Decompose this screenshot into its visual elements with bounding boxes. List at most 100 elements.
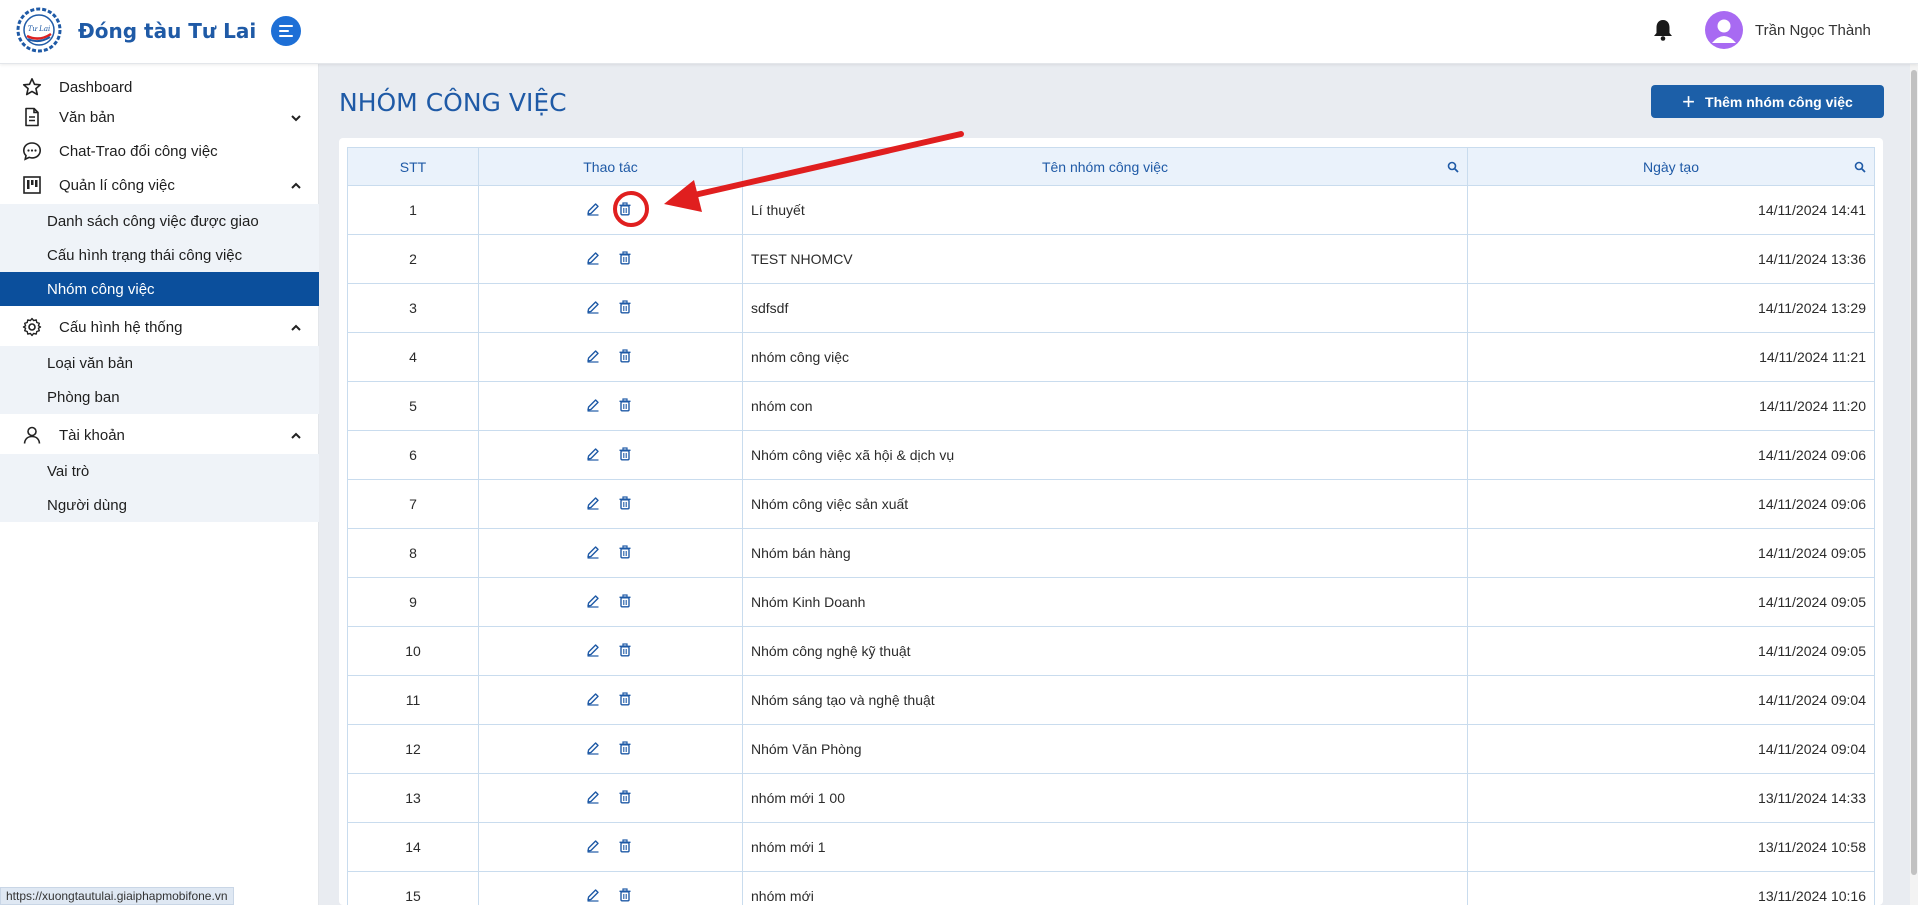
cell-group-name: nhóm mới [742,871,1468,905]
chevron-up-icon [291,432,301,439]
user-avatar[interactable] [1705,11,1743,49]
cell-created-date: 14/11/2024 09:05 [1467,577,1875,627]
sidebar-item-label: Chat-Trao đổi công việc [59,142,218,160]
top-header: Tư Lai Đóng tàu Tư Lai Trần Ngọc Thành [0,0,1918,64]
edit-icon[interactable] [584,837,602,855]
user-name[interactable]: Trần Ngọc Thành [1755,22,1871,39]
cell-created-date: 14/11/2024 09:06 [1467,430,1875,480]
table-row: 1 Lí thuyết 14/11/2024 14:41 [347,185,1875,235]
trash-icon[interactable] [616,494,634,512]
edit-icon[interactable] [584,886,602,904]
cell-group-name: Nhóm công việc sản xuất [742,479,1468,529]
edit-icon[interactable] [584,445,602,463]
scrollbar-thumb[interactable] [1911,70,1917,875]
sidebar-item-chat[interactable]: Chat-Trao đổi công việc [0,134,319,168]
cell-actions [478,528,743,578]
edit-icon[interactable] [584,543,602,561]
sidebar-item-cau-hinh-he-thong[interactable]: Cấu hình hệ thống [0,310,319,344]
edit-icon[interactable] [584,249,602,267]
edit-icon[interactable] [584,641,602,659]
edit-icon[interactable] [584,690,602,708]
trash-icon[interactable] [616,396,634,414]
table-row: 13 nhóm mới 1 00 13/11/2024 14:33 [347,773,1875,823]
edit-icon[interactable] [584,396,602,414]
trash-icon[interactable] [616,298,634,316]
cell-group-name: sdfsdf [742,283,1468,333]
sidebar-item-cau-hinh-trang-thai[interactable]: Cấu hình trạng thái công việc [0,238,319,272]
column-header-stt[interactable]: STT [347,147,479,186]
sidebar-item-nhom-cong-viec[interactable]: Nhóm công việc [0,272,319,306]
company-logo[interactable]: Tư Lai [14,6,64,54]
sidebar-item-van-ban[interactable]: Văn bản [0,100,319,134]
cell-actions [478,675,743,725]
edit-icon[interactable] [584,739,602,757]
table-row: 2 TEST NHOMCV 14/11/2024 13:36 [347,234,1875,284]
sidebar-item-dashboard[interactable]: Dashboard [0,70,319,104]
trash-icon[interactable] [616,788,634,806]
sidebar-subgroup-quan-li: Danh sách công việc được giao Cấu hình t… [0,204,319,306]
cell-actions [478,234,743,284]
edit-icon[interactable] [584,592,602,610]
cell-stt: 12 [347,724,479,774]
cell-created-date: 13/11/2024 14:33 [1467,773,1875,823]
sidebar-item-quan-li-cong-viec[interactable]: Quản lí công việc [0,168,319,202]
edit-icon[interactable] [584,298,602,316]
trash-icon[interactable] [616,543,634,561]
cell-stt: 1 [347,185,479,235]
column-header-date[interactable]: Ngày tạo [1467,147,1875,186]
sidebar-item-loai-van-ban[interactable]: Loại văn bản [0,346,319,380]
sidebar-item-vai-tro[interactable]: Vai trò [0,454,319,488]
trash-icon[interactable] [616,886,634,904]
trash-icon[interactable] [616,641,634,659]
cell-group-name: Nhóm Văn Phòng [742,724,1468,774]
trash-icon[interactable] [616,200,634,218]
cell-stt: 8 [347,528,479,578]
edit-icon[interactable] [584,494,602,512]
page-scrollbar[interactable] [1910,64,1918,905]
cell-stt: 13 [347,773,479,823]
cell-actions [478,479,743,529]
search-icon[interactable] [1854,161,1866,173]
cell-created-date: 14/11/2024 11:20 [1467,381,1875,431]
edit-icon[interactable] [584,200,602,218]
cell-group-name: nhóm con [742,381,1468,431]
cell-created-date: 14/11/2024 09:06 [1467,479,1875,529]
user-icon [23,426,41,444]
trash-icon[interactable] [616,837,634,855]
cell-stt: 5 [347,381,479,431]
trash-icon[interactable] [616,445,634,463]
edit-icon[interactable] [584,788,602,806]
sidebar-toggle-button[interactable] [271,16,301,46]
sidebar-subgroup-cau-hinh: Loại văn bản Phòng ban [0,346,319,414]
cell-created-date: 13/11/2024 10:16 [1467,871,1875,905]
user-icon [1712,19,1736,43]
trash-icon[interactable] [616,739,634,757]
table-row: 11 Nhóm sáng tạo và nghệ thuật 14/11/2024 … [347,675,1875,725]
chat-bubble-icon [22,142,42,161]
sidebar-item-nguoi-dung[interactable]: Người dùng [0,488,319,522]
gear-icon [22,317,42,337]
cell-actions [478,381,743,431]
sidebar-item-label: Cấu hình hệ thống [59,318,183,336]
cell-group-name: Nhóm công việc xã hội & dịch vụ [742,430,1468,480]
cell-created-date: 13/11/2024 10:58 [1467,822,1875,872]
cell-stt: 11 [347,675,479,725]
trash-icon[interactable] [616,690,634,708]
table-row: 15 nhóm mới 13/11/2024 10:16 [347,871,1875,905]
notification-bell-icon[interactable] [1652,18,1674,42]
sidebar-item-tai-khoan[interactable]: Tài khoản [0,418,319,452]
cell-actions [478,822,743,872]
star-icon [22,78,42,96]
cell-group-name: nhóm mới 1 00 [742,773,1468,823]
sidebar-item-danh-sach-cong-viec[interactable]: Danh sách công việc được giao [0,204,319,238]
sidebar-item-phong-ban[interactable]: Phòng ban [0,380,319,414]
edit-icon[interactable] [584,347,602,365]
search-icon[interactable] [1447,161,1459,173]
trash-icon[interactable] [616,347,634,365]
add-group-button[interactable]: + Thêm nhóm công việc [1651,85,1884,118]
table-row: 7 Nhóm công việc sản xuất 14/11/2024 09:06 [347,479,1875,529]
cell-group-name: nhóm công việc [742,332,1468,382]
trash-icon[interactable] [616,249,634,267]
trash-icon[interactable] [616,592,634,610]
column-header-name[interactable]: Tên nhóm công việc [742,147,1468,186]
